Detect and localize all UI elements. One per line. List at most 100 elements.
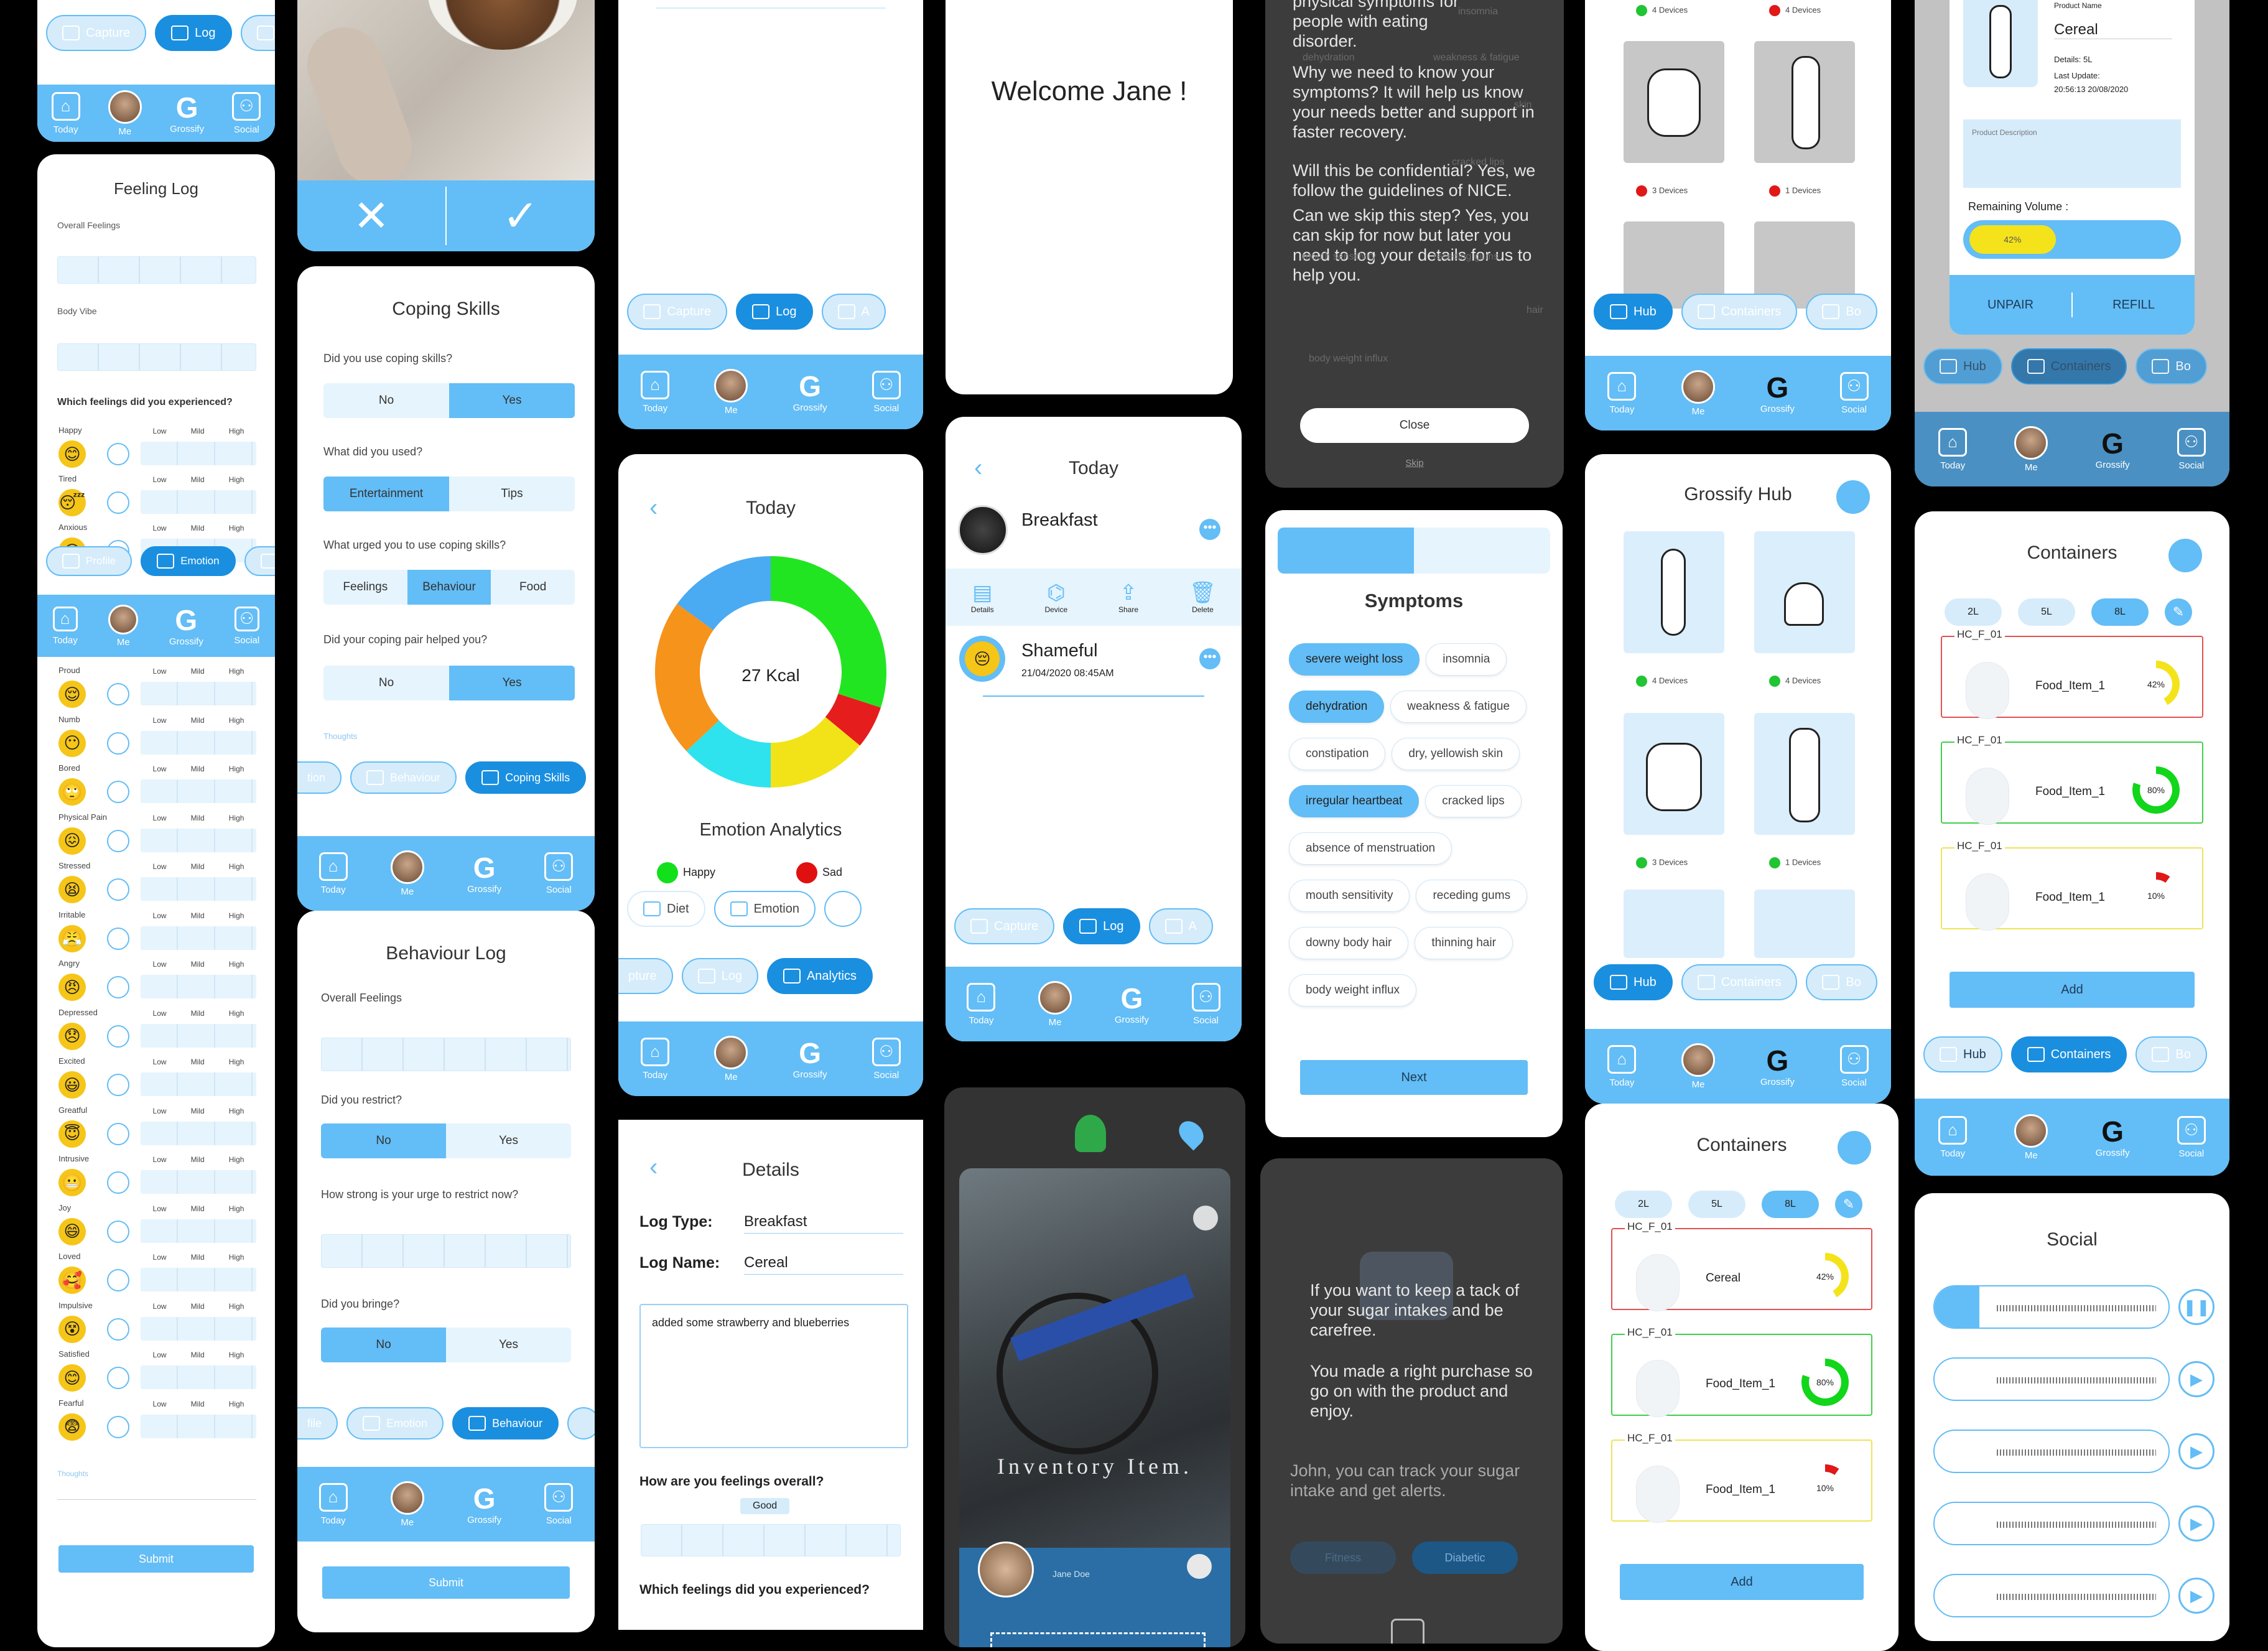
coping-reason-toggle[interactable]: Feelings Behaviour Food <box>323 570 575 605</box>
bottle-pill-cut[interactable]: Bo <box>1806 294 1877 330</box>
feeling-intensity-slider[interactable] <box>141 779 256 803</box>
feeling-select-radio[interactable] <box>107 1025 129 1048</box>
hub-pill[interactable]: Hub <box>1923 348 2002 384</box>
feeling-select-radio[interactable] <box>107 1318 129 1341</box>
bottle-pill-cut[interactable]: Bo <box>2136 1036 2207 1072</box>
play-icon[interactable]: ▶ <box>2178 1361 2215 1397</box>
nav-me[interactable]: Me <box>1681 1043 1716 1090</box>
delete-action[interactable]: 🗑 Delete <box>1189 580 1216 614</box>
symptom-chip[interactable]: severe weight loss <box>1289 643 1420 676</box>
yes-option[interactable]: Yes <box>449 383 575 418</box>
coping-helped-toggle[interactable]: No Yes <box>323 666 575 700</box>
device-tile[interactable] <box>1624 531 1724 653</box>
symptom-chip[interactable]: absence of menstruation <box>1289 832 1452 865</box>
feeling-intensity-slider[interactable] <box>141 730 256 755</box>
feeling-select-radio[interactable] <box>107 1367 129 1389</box>
nav-today[interactable]: ⌂ Today <box>51 91 80 135</box>
feeling-intensity-slider[interactable] <box>141 1365 256 1389</box>
device-tile[interactable] <box>1754 41 1855 163</box>
feeling-intensity-slider[interactable] <box>141 1219 256 1243</box>
nav-today[interactable]: ⌂ Today <box>1607 371 1637 415</box>
next-button[interactable]: Next <box>1300 1060 1528 1095</box>
nav-grossify[interactable]: G Grossify <box>2096 1117 2130 1158</box>
behaviour-pill-cut[interactable]: Be <box>244 546 275 576</box>
log-pill[interactable]: Log <box>681 958 758 994</box>
menu-icon[interactable] <box>1187 1554 1212 1579</box>
skip-link[interactable]: Skip <box>1265 458 1564 468</box>
nav-me[interactable]: Me <box>2014 1114 2048 1161</box>
no-option[interactable]: No <box>323 666 449 700</box>
nav-social[interactable]: ⚇ Social <box>1839 1044 1869 1088</box>
containers-pill[interactable]: Containers <box>1681 964 1798 1000</box>
coping-skills-pill[interactable]: Coping Skills <box>465 761 587 794</box>
yes-option[interactable]: Yes <box>446 1123 571 1158</box>
container-card[interactable]: HC_F_01 Cereal 42% <box>1611 1221 1872 1311</box>
feeling-select-radio[interactable] <box>107 976 129 998</box>
nav-grossify[interactable]: G Grossify <box>1115 984 1149 1025</box>
nav-grossify[interactable]: G Grossify <box>2096 429 2130 470</box>
behaviour-pill[interactable]: Behaviour <box>350 761 457 794</box>
feeling-select-radio[interactable] <box>107 683 129 705</box>
capture-pill[interactable]: Capture <box>627 294 728 330</box>
close-button[interactable]: Close <box>1300 408 1529 443</box>
add-button[interactable]: Add <box>1620 1564 1864 1600</box>
emotion-pill[interactable]: Emotion <box>141 546 236 576</box>
size-2l[interactable]: 2L <box>1615 1191 1672 1218</box>
voice-message[interactable] <box>1933 1357 2170 1401</box>
capture-pill[interactable]: Capture <box>46 15 147 51</box>
size-8l[interactable]: 8L <box>2091 598 2149 626</box>
container-card[interactable]: HC_F_01 Food_Item_1 42% <box>1941 628 2203 719</box>
container-card[interactable]: HC_F_01 Food_Item_1 80% <box>1611 1326 1872 1417</box>
nav-grossify[interactable]: G Grossify <box>467 853 501 895</box>
feeling-intensity-slider[interactable] <box>141 1170 256 1194</box>
feeling-select-radio[interactable] <box>107 829 129 852</box>
nav-grossify[interactable]: G Grossify <box>169 605 203 647</box>
unpair-button[interactable]: UNPAIR <box>1950 298 2071 312</box>
device-tile[interactable] <box>1624 713 1724 835</box>
coping-pill-cut[interactable] <box>567 1407 595 1439</box>
emotion-pill-cut[interactable]: tion <box>297 761 342 794</box>
play-icon[interactable]: ▶ <box>2178 1505 2215 1542</box>
yes-option[interactable]: Yes <box>449 666 575 700</box>
container-card[interactable]: HC_F_01 Food_Item_1 10% <box>1611 1432 1872 1523</box>
symptom-chip[interactable]: dry, yellowish skin <box>1392 738 1520 770</box>
submit-button[interactable]: Submit <box>58 1545 254 1573</box>
details-action[interactable]: ▤ Details <box>971 580 994 614</box>
yes-option[interactable]: Yes <box>446 1328 571 1362</box>
notes-textarea[interactable]: added some strawberry and blueberries <box>639 1304 908 1448</box>
feeling-select-radio[interactable] <box>107 1269 129 1291</box>
play-icon[interactable]: ▶ <box>2178 1578 2215 1614</box>
feeling-intensity-slider[interactable] <box>141 442 256 465</box>
nav-today[interactable]: ⌂ Today <box>641 1037 670 1081</box>
log-pill[interactable]: Log <box>155 15 232 51</box>
feeling-intensity-slider[interactable] <box>141 1414 256 1438</box>
nav-grossify[interactable]: G Grossify <box>793 371 827 413</box>
feeling-select-radio[interactable] <box>107 1074 129 1096</box>
feeling-select-radio[interactable] <box>107 927 129 950</box>
hub-pill[interactable]: Hub <box>1594 964 1673 1000</box>
hub-pill[interactable]: Hub <box>1594 294 1673 330</box>
share-action[interactable]: ⇪ Share <box>1118 580 1138 614</box>
symptom-chip[interactable]: body weight influx <box>1289 974 1417 1007</box>
containers-pill[interactable]: Containers <box>1681 294 1798 330</box>
overall-slider[interactable] <box>57 256 256 284</box>
profile-pill-cut[interactable]: file <box>297 1407 338 1439</box>
nav-grossify[interactable]: G Grossify <box>1760 373 1795 414</box>
nav-me[interactable]: Me <box>714 368 748 416</box>
container-card[interactable]: HC_F_01 Food_Item_1 10% <box>1941 840 2203 931</box>
nav-grossify[interactable]: G Grossify <box>467 1484 501 1525</box>
feeling-intensity-slider[interactable] <box>141 682 256 705</box>
fitness-button[interactable]: Fitness <box>1290 1542 1396 1574</box>
log-pill[interactable]: Log <box>1063 908 1140 944</box>
feeling-intensity-slider[interactable] <box>141 1023 256 1048</box>
nav-social[interactable]: ⚇ Social <box>2177 427 2206 471</box>
feeling-select-radio[interactable] <box>107 878 129 901</box>
behaviour-option[interactable]: Behaviour <box>407 570 491 605</box>
nav-me[interactable]: Me <box>1038 980 1072 1028</box>
device-tile[interactable] <box>1754 531 1855 653</box>
nav-me[interactable]: Me <box>390 1481 424 1528</box>
log-type-field[interactable]: Breakfast <box>744 1213 903 1234</box>
link-icon[interactable] <box>2168 539 2202 572</box>
device-tile[interactable] <box>1754 890 1855 958</box>
voice-message[interactable] <box>1933 1502 2170 1545</box>
